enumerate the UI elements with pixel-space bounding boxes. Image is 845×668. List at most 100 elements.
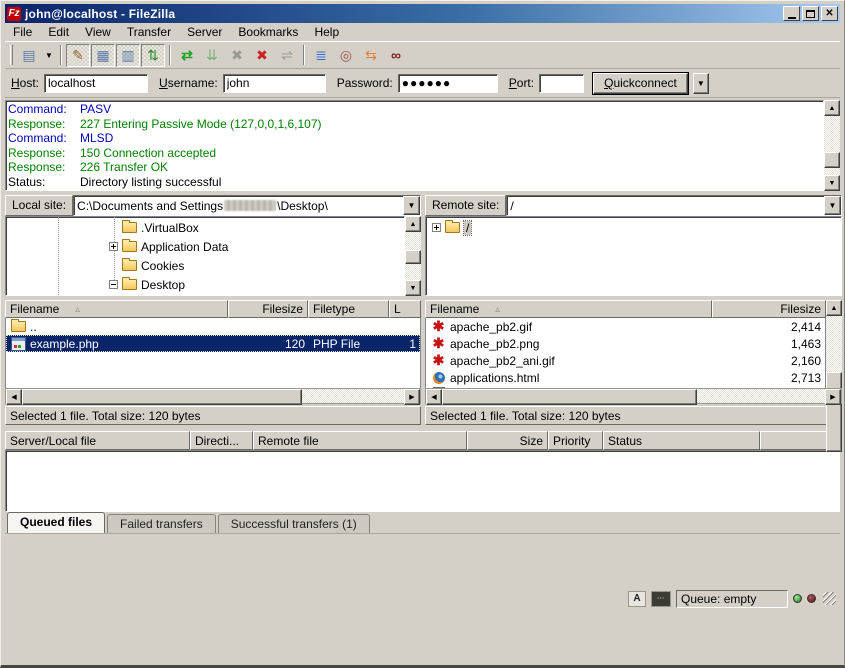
file-row[interactable]: applications.html2,713 (426, 369, 825, 386)
scroll-up-icon[interactable]: ▲ (824, 100, 840, 116)
column-header-size[interactable]: Size (467, 431, 548, 450)
maximize-button[interactable] (802, 6, 819, 21)
toggle-message-log-button[interactable]: ✎ (66, 44, 90, 67)
scroll-right-icon[interactable]: ▶ (825, 389, 841, 405)
local-directory-tree[interactable]: .VirtualBox Application Data Cookies Des… (5, 216, 405, 296)
column-header-filesize[interactable]: Filesize (712, 300, 826, 318)
local-tree-scrollbar[interactable]: ▲ ▼ (405, 216, 421, 296)
menu-server[interactable]: Server (179, 24, 230, 40)
queue-body[interactable] (5, 450, 840, 512)
tree-item-desktop[interactable]: Desktop (6, 275, 404, 294)
toggle-remote-tree-button[interactable]: ▥ (116, 44, 140, 67)
column-header-filetype[interactable]: Filetype (308, 300, 389, 318)
column-header-priority[interactable]: Priority (548, 431, 603, 450)
encryption-icon: ··· (651, 591, 671, 607)
scroll-up-icon[interactable]: ▲ (405, 216, 421, 232)
column-header-last-modified[interactable]: L (389, 300, 421, 318)
column-header-status[interactable]: Status (603, 431, 760, 450)
menu-view[interactable]: View (77, 24, 119, 40)
tree-item-cookies[interactable]: Cookies (6, 256, 404, 275)
tree-item-virtualbox[interactable]: .VirtualBox (6, 218, 404, 237)
scroll-left-icon[interactable]: ◀ (426, 389, 442, 405)
quickconnect-dropdown[interactable]: ▼ (693, 73, 709, 94)
tab-failed-transfers[interactable]: Failed transfers (107, 514, 216, 533)
apache-file-icon (430, 337, 447, 351)
local-site-dropdown[interactable]: ▼ (403, 196, 420, 215)
refresh-button[interactable]: ⇄ (175, 44, 199, 67)
message-log[interactable]: Command:PASV Response:227 Entering Passi… (5, 100, 824, 191)
tree-item-application-data[interactable]: Application Data (6, 237, 404, 256)
menu-bookmarks[interactable]: Bookmarks (230, 24, 306, 40)
scrollbar-thumb[interactable] (826, 372, 842, 452)
username-input[interactable] (223, 74, 326, 93)
column-header-server-local-file[interactable]: Server/Local file (5, 431, 190, 450)
file-row-example-php[interactable]: example.php 120 PHP File 1 (6, 335, 420, 352)
directory-filters-button[interactable]: ≣ (309, 44, 333, 67)
scrollbar-thumb[interactable] (824, 152, 840, 168)
column-header-filesize[interactable]: Filesize (228, 300, 308, 318)
log-scrollbar[interactable]: ▲ ▼ (824, 100, 840, 191)
cancel-button[interactable]: ✖ (225, 44, 249, 67)
file-row[interactable]: apache_pb2_ani.gif2,160 (426, 352, 825, 369)
host-input[interactable] (44, 74, 148, 93)
find-files-button[interactable]: ∞ (384, 44, 408, 67)
column-header-filename[interactable]: Filename▵ (425, 300, 712, 318)
tree-row: .VirtualBox Application Data Cookies Des… (5, 216, 840, 296)
local-file-list[interactable]: .. example.php 120 PHP File 1 (5, 318, 421, 388)
remote-site-dropdown[interactable]: ▼ (824, 196, 841, 215)
remote-site-combo[interactable]: / ▼ (506, 195, 842, 216)
password-input[interactable] (398, 74, 498, 93)
toolbar-grip[interactable] (10, 45, 13, 65)
menu-transfer[interactable]: Transfer (119, 24, 179, 40)
username-label: Username: (159, 76, 218, 90)
disconnect-button[interactable]: ✖ (250, 44, 274, 67)
folder-icon (122, 279, 137, 290)
column-header-direction[interactable]: Directi... (190, 431, 253, 450)
file-row-parent-dir[interactable]: .. (6, 318, 420, 335)
remote-file-list[interactable]: apache_pb2.gif2,414 apache_pb2.png1,463 … (425, 318, 826, 388)
scroll-left-icon[interactable]: ◀ (6, 389, 22, 405)
resize-grip[interactable] (823, 592, 836, 605)
minimize-button[interactable] (783, 6, 800, 21)
tab-queued-files[interactable]: Queued files (7, 512, 105, 533)
toggle-queue-button[interactable]: ⇅ (141, 44, 165, 67)
filesize: 120 (229, 335, 309, 352)
synchronized-browsing-button[interactable]: ⇆ (359, 44, 383, 67)
remote-list-hscrollbar[interactable]: ◀ ▶ (425, 388, 842, 404)
collapse-minus-icon[interactable] (109, 280, 118, 289)
scroll-right-icon[interactable]: ▶ (404, 389, 420, 405)
scrollbar-thumb[interactable] (405, 250, 421, 264)
scroll-down-icon[interactable]: ▼ (824, 175, 840, 191)
site-manager-dropdown[interactable]: ▼ (42, 44, 56, 67)
remote-list-scrollbar[interactable]: ▲ ▼ (826, 300, 842, 388)
menu-edit[interactable]: Edit (40, 24, 77, 40)
menu-help[interactable]: Help (306, 24, 347, 40)
site-manager-button[interactable]: ▤ (17, 44, 41, 67)
tree-item-root[interactable]: / (426, 218, 841, 237)
tab-successful-transfers[interactable]: Successful transfers (1) (218, 514, 370, 533)
scroll-up-icon[interactable]: ▲ (826, 300, 842, 316)
local-site-combo[interactable]: C:\Documents and Settings\Desktop\ ▼ (73, 195, 421, 216)
file-row[interactable]: apache_pb2.gif2,414 (426, 318, 825, 335)
file-row[interactable]: apache_pb2.png1,463 (426, 335, 825, 352)
reconnect-button[interactable]: ⇌ (275, 44, 299, 67)
remote-directory-tree[interactable]: / (425, 216, 842, 296)
menu-file[interactable]: File (5, 24, 40, 40)
directory-comparison-button[interactable]: ◎ (334, 44, 358, 67)
port-input[interactable] (539, 74, 584, 93)
column-header-remote-file[interactable]: Remote file (253, 431, 467, 450)
close-button[interactable]: ✕ (821, 6, 838, 21)
expand-plus-icon[interactable] (109, 242, 118, 251)
process-queue-button[interactable]: ⇊ (200, 44, 224, 67)
toolbar-separator (303, 45, 305, 65)
local-list-hscrollbar[interactable]: ◀ ▶ (5, 388, 421, 404)
scrollbar-thumb[interactable] (22, 389, 302, 405)
scrollbar-thumb[interactable] (442, 389, 697, 405)
scroll-down-icon[interactable]: ▼ (405, 280, 421, 296)
expand-plus-icon[interactable] (432, 223, 441, 232)
toggle-local-tree-button[interactable]: ▦ (91, 44, 115, 67)
quickconnect-button[interactable]: Quickconnect (593, 73, 688, 94)
local-tree-pane: .VirtualBox Application Data Cookies Des… (5, 216, 421, 296)
column-header-filename[interactable]: Filename▵ (5, 300, 228, 318)
menu-bar: File Edit View Transfer Server Bookmarks… (5, 23, 840, 42)
